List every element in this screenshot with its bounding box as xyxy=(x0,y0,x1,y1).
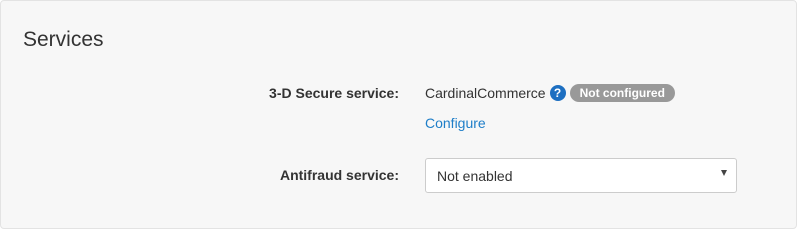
antifraud-label: Antifraud service: xyxy=(279,167,399,183)
status-badge: Not configured xyxy=(569,84,675,102)
help-icon[interactable]: ? xyxy=(549,85,566,101)
antifraud-select-value: Not enabled xyxy=(437,168,513,184)
three-d-secure-label: 3-D Secure service: xyxy=(269,85,399,101)
antifraud-select[interactable]: Not enabled xyxy=(425,158,737,193)
three-d-secure-service: CardinalCommerce ? Not configured xyxy=(425,82,675,104)
configure-link[interactable]: Configure xyxy=(425,114,486,132)
section-title: Services xyxy=(23,28,104,51)
services-panel: Services 3-D Secure service: CardinalCom… xyxy=(0,0,797,229)
chevron-down-icon xyxy=(721,170,727,176)
service-name: CardinalCommerce xyxy=(425,85,546,101)
